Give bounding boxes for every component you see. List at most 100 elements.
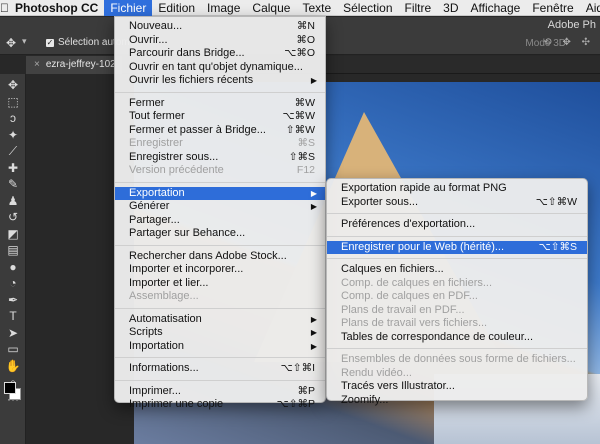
gradient-tool-icon[interactable]: ▤ xyxy=(4,243,22,257)
auto-select-checkbox[interactable]: ✓ xyxy=(46,39,54,47)
menu-item-shortcut: F12 xyxy=(296,164,315,176)
history-brush-icon[interactable]: ↺ xyxy=(4,210,22,224)
menu-item-label: Tout fermer xyxy=(129,110,185,122)
export-submenu-item-rendu-vid-o: Rendu vidéo... xyxy=(327,367,587,381)
file-menu-item-partager-sur-behance[interactable]: Partager sur Behance... xyxy=(115,227,325,241)
submenu-arrow-icon: ▶ xyxy=(310,188,317,198)
move-tool-icon[interactable]: ✥ xyxy=(4,78,22,92)
menu-item-shortcut: ⌥⇧⌘P xyxy=(276,398,315,410)
menu-item-label: Rechercher dans Adobe Stock... xyxy=(129,249,287,262)
file-menu-item-importer-et-lier[interactable]: Importer et lier... xyxy=(115,277,325,291)
menubar-item-texte[interactable]: Texte xyxy=(296,0,337,16)
file-menu-item-parcourir-dans-bridge[interactable]: Parcourir dans Bridge... ⌥⌘O xyxy=(115,47,325,61)
menubar:  Photoshop CCFichierEditionImageCalqueT… xyxy=(0,0,600,16)
export-submenu-item-plans-de-travail-vers-fichiers: Plans de travail vers fichiers... xyxy=(327,317,587,331)
export-submenu-item-exporter-sous[interactable]: Exporter sous... ⌥⇧⌘W xyxy=(327,196,587,210)
menu-item-label: Tables de correspondance de couleur... xyxy=(341,330,534,343)
menubar-item-filtre[interactable]: Filtre xyxy=(399,0,438,16)
menu-separator xyxy=(115,357,325,358)
menubar-item-image[interactable]: Image xyxy=(201,0,246,16)
healing-tool-icon[interactable]: ✚ xyxy=(4,161,22,175)
menu-separator xyxy=(115,244,325,246)
export-submenu-item-calques-en-fichiers[interactable]: Calques en fichiers... xyxy=(327,263,587,277)
file-menu-item-tout-fermer[interactable]: Tout fermer ⌥⌘W xyxy=(115,110,325,124)
menu-separator xyxy=(115,307,325,309)
menu-item-shortcut: ⌘N xyxy=(296,20,315,32)
document-tab[interactable]: × ezra-jeffrey-102 xyxy=(26,56,122,74)
move-tool-preset-icon[interactable]: ✥ xyxy=(6,36,16,50)
export-submenu-item-comp-de-calques-en-pdf: Comp. de calques en PDF... xyxy=(327,290,587,304)
brush-tool-icon[interactable]: ✎ xyxy=(4,177,22,191)
menu-item-label: Fermer et passer à Bridge... xyxy=(129,123,266,136)
file-menu-item-fermer[interactable]: Fermer ⌘W xyxy=(115,97,325,111)
file-menu-item-enregistrer-sous[interactable]: Enregistrer sous... ⇧⌘S xyxy=(115,151,325,165)
file-menu-item-ouvrir-les-fichiers-r-cents[interactable]: Ouvrir les fichiers récents ▶ xyxy=(115,74,325,88)
pen-tool-icon[interactable]: ✒ xyxy=(4,293,22,307)
menubar-item-calque[interactable]: Calque xyxy=(246,0,296,16)
menubar-item-photoshop-cc[interactable]: Photoshop CC xyxy=(9,0,104,16)
3d-mode-icons[interactable]: ⟲ ✥ ✣ xyxy=(543,37,594,48)
eyedropper-tool-icon[interactable]: ⟋ xyxy=(4,144,22,158)
file-menu-item-importer-et-incorporer[interactable]: Importer et incorporer... xyxy=(115,263,325,277)
menu-item-label: Exporter sous... xyxy=(341,195,419,208)
dodge-tool-icon[interactable]: ◔ xyxy=(4,276,22,290)
menubar-item-s-lection[interactable]: Sélection xyxy=(337,0,398,16)
menu-item-label: Plans de travail en PDF... xyxy=(341,303,465,316)
file-menu-item-exportation[interactable]: Exportation ▶ xyxy=(115,186,325,200)
menu-item-label: Ensembles de données sous forme de fichi… xyxy=(341,353,576,365)
menu-item-label: Parcourir dans Bridge... xyxy=(129,47,245,59)
menu-separator xyxy=(115,181,325,183)
file-menu-item-rechercher-dans-adobe-stock[interactable]: Rechercher dans Adobe Stock... xyxy=(115,250,325,264)
stamp-tool-icon[interactable]: ♟ xyxy=(4,194,22,208)
file-menu-item-scripts[interactable]: Scripts ▶ xyxy=(115,326,325,340)
menubar-item-affichage[interactable]: Affichage xyxy=(465,0,527,16)
file-menu-item-ouvrir-en-tant-qu-objet-dynamique[interactable]: Ouvrir en tant qu'objet dynamique... xyxy=(115,61,325,75)
menu-item-label: Ouvrir en tant qu'objet dynamique... xyxy=(129,60,303,73)
menu-item-label: Fermer xyxy=(129,96,165,109)
submenu-arrow-icon: ▶ xyxy=(310,328,317,337)
apple-icon[interactable]:  xyxy=(0,1,9,15)
chevron-down-icon[interactable]: ▾ xyxy=(22,36,27,47)
marquee-tool-icon[interactable]: ⬚ xyxy=(4,95,22,109)
menu-item-shortcut: ⌘W xyxy=(294,96,315,109)
file-menu-item-informations[interactable]: Informations... ⌥⇧⌘I xyxy=(115,362,325,376)
menu-item-shortcut: ⌘O xyxy=(296,33,315,46)
file-menu-item-importation[interactable]: Importation ▶ xyxy=(115,340,325,354)
file-menu-item-imprimer-une-copie[interactable]: Imprimer une copie ⌥⇧⌘P xyxy=(115,398,325,412)
blur-tool-icon[interactable]: ● xyxy=(4,260,22,274)
menu-item-label: Ouvrir les fichiers récents xyxy=(129,74,254,86)
file-menu-item-imprimer[interactable]: Imprimer... ⌘P xyxy=(115,385,325,399)
export-submenu-item-pr-f-rences-d-exportation[interactable]: Préférences d'exportation... xyxy=(327,218,587,232)
file-menu-item-ouvrir[interactable]: Ouvrir... ⌘O xyxy=(115,34,325,48)
file-menu-item-nouveau[interactable]: Nouveau... ⌘N xyxy=(115,20,325,34)
foreground-color-swatch[interactable] xyxy=(4,382,16,394)
menubar-item-fichier[interactable]: Fichier xyxy=(104,0,153,16)
magic-wand-tool-icon[interactable]: ✦ xyxy=(4,128,22,142)
export-submenu-item-tables-de-correspondance-de-couleur[interactable]: Tables de correspondance de couleur... xyxy=(327,331,587,345)
type-tool-icon[interactable]: T xyxy=(4,309,22,323)
file-menu-item-g-n-rer[interactable]: Générer ▶ xyxy=(115,200,325,214)
lasso-tool-icon[interactable]: ↄ xyxy=(4,111,22,125)
shape-tool-icon[interactable]: ▭ xyxy=(4,342,22,356)
close-tab-icon[interactable]: × xyxy=(34,56,40,74)
menubar-item-fen-tre[interactable]: Fenêtre xyxy=(526,0,579,16)
export-submenu-item-zoomify[interactable]: Zoomify... xyxy=(327,394,587,408)
menu-item-label: Importer et incorporer... xyxy=(129,263,244,275)
export-submenu-item-enregistrer-pour-le-web-h-rit[interactable]: Enregistrer pour le Web (hérité)... ⌥⇧⌘S xyxy=(327,240,587,254)
file-menu-item-automatisation[interactable]: Automatisation ▶ xyxy=(115,313,325,327)
export-submenu-item-exportation-rapide-au-format-png[interactable]: Exportation rapide au format PNG xyxy=(327,182,587,196)
export-submenu-item-trac-s-vers-illustrator[interactable]: Tracés vers Illustrator... xyxy=(327,380,587,394)
window-title: Adobe Ph xyxy=(547,19,596,31)
file-menu-item-partager[interactable]: Partager... xyxy=(115,214,325,228)
hand-tool-icon[interactable]: ✋ xyxy=(4,359,22,373)
menubar-item-aide[interactable]: Aide xyxy=(580,0,600,16)
path-selection-icon[interactable]: ➤ xyxy=(4,326,22,340)
file-menu-item-fermer-et-passer-bridge[interactable]: Fermer et passer à Bridge... ⇧⌘W xyxy=(115,124,325,138)
file-menu-item-version-pr-c-dente: Version précédente F12 xyxy=(115,164,325,178)
file-menu: Nouveau... ⌘N Ouvrir... ⌘O Parcourir dans Br… xyxy=(114,16,326,410)
menubar-item-3d[interactable]: 3D xyxy=(437,0,464,16)
menu-item-shortcut: ⌥⇧⌘S xyxy=(538,240,577,253)
menubar-item-edition[interactable]: Edition xyxy=(152,0,201,16)
eraser-tool-icon[interactable]: ◩ xyxy=(4,227,22,241)
submenu-arrow-icon: ▶ xyxy=(310,314,317,324)
